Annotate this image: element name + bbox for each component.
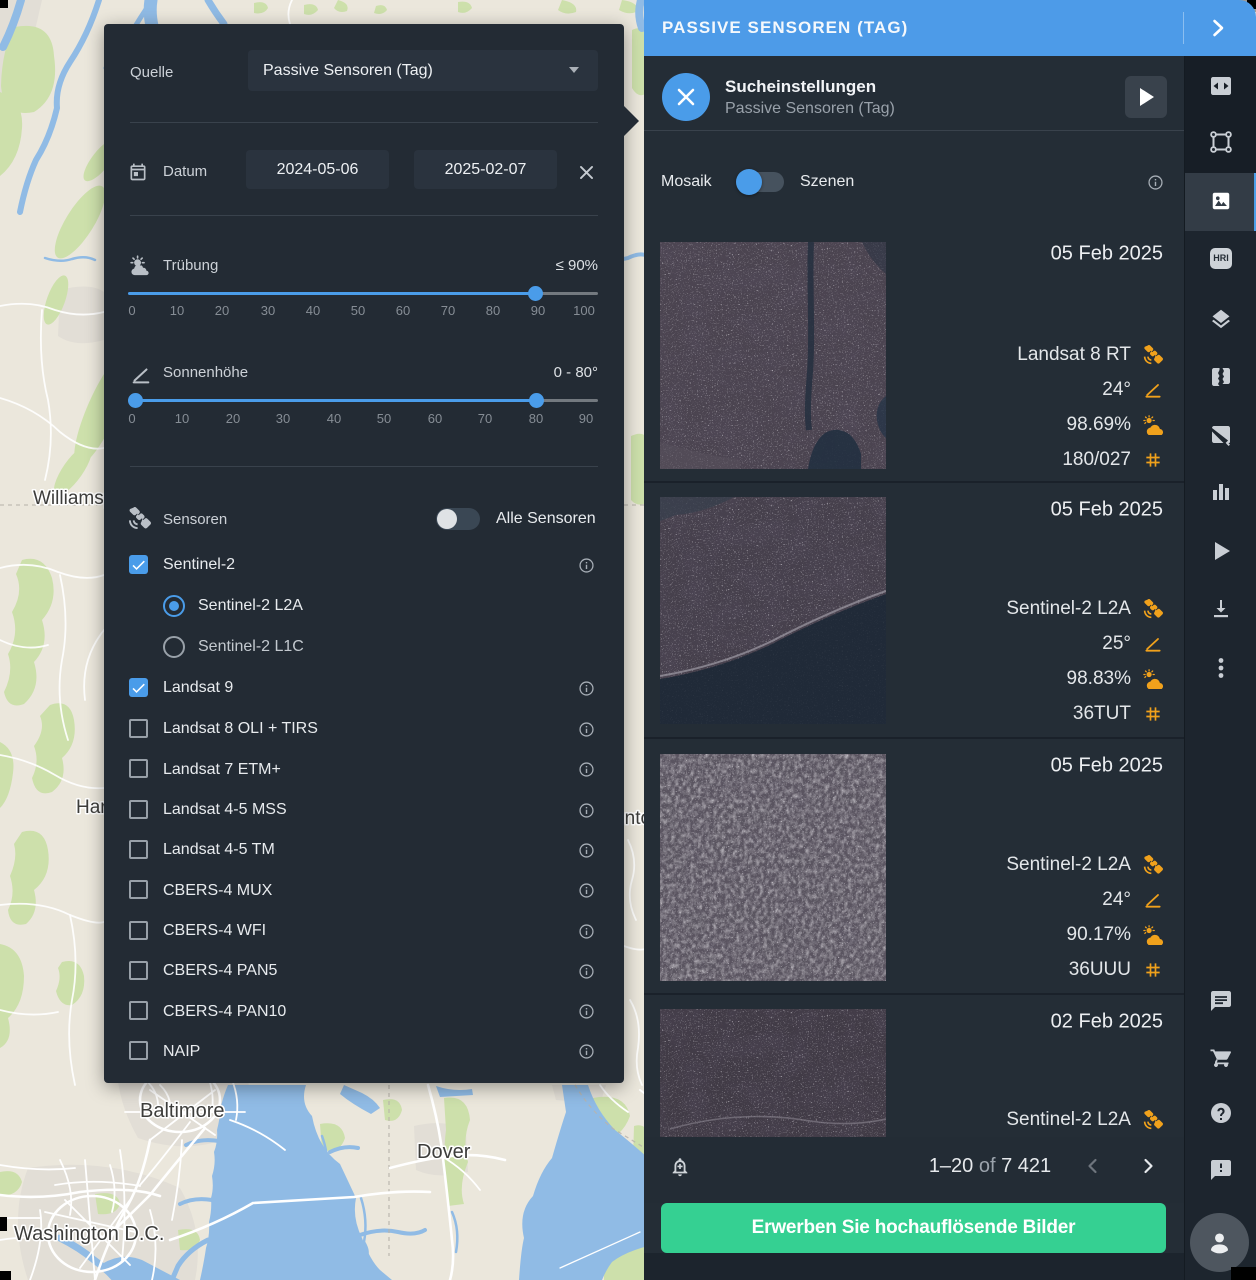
- svg-text:Washington D.C.: Washington D.C.: [14, 1223, 164, 1245]
- svg-text:Baltimore: Baltimore: [140, 1100, 224, 1122]
- svg-text:Dover: Dover: [417, 1141, 471, 1163]
